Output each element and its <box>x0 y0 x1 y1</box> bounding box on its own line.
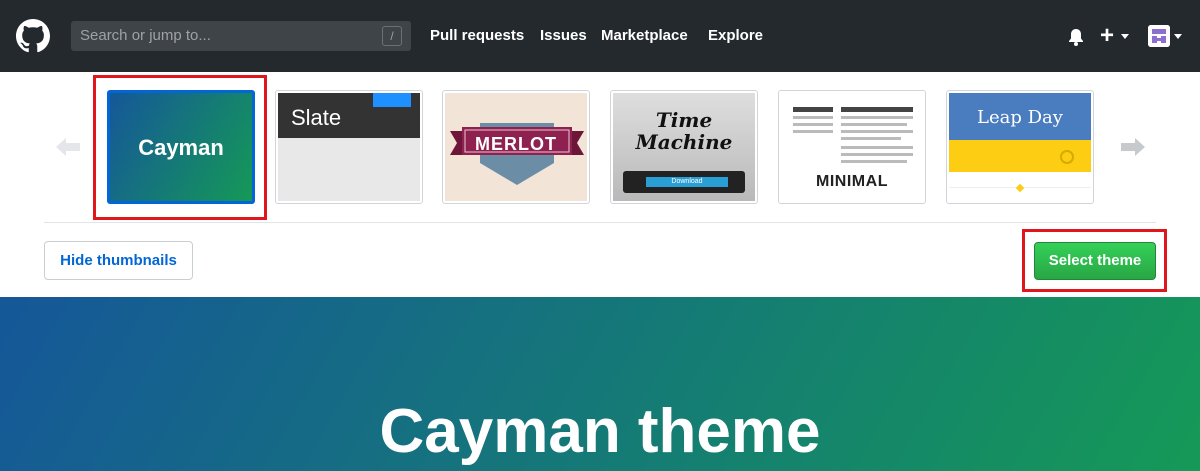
theme-label: Leap Day <box>977 107 1063 128</box>
search-input[interactable]: Search or jump to... / <box>71 21 411 51</box>
theme-label: MERLOT <box>475 134 557 154</box>
highlight-cayman <box>93 75 267 220</box>
arrow-left-icon[interactable] <box>56 138 80 156</box>
github-logo-icon[interactable] <box>16 19 50 53</box>
plus-icon[interactable]: + <box>1100 24 1114 48</box>
theme-thumb-leap-day[interactable]: Leap Day <box>946 90 1094 204</box>
hide-thumbnails-button[interactable]: Hide thumbnails <box>44 241 193 280</box>
theme-label: MINIMAL <box>816 173 888 190</box>
nav-pull-requests[interactable]: Pull requests <box>430 27 524 44</box>
theme-thumb-minimal[interactable]: MINIMAL <box>778 90 926 204</box>
diamond-icon <box>1015 183 1025 193</box>
theme-thumb-slate[interactable]: Slate <box>275 90 423 204</box>
nav-explore[interactable]: Explore <box>708 27 763 44</box>
bell-icon[interactable] <box>1066 27 1086 47</box>
slash-shortcut-badge: / <box>382 26 402 46</box>
page-title: Cayman theme <box>379 397 821 466</box>
search-placeholder: Search or jump to... <box>80 27 211 44</box>
avatar[interactable] <box>1148 25 1170 47</box>
arrow-right-icon[interactable] <box>1121 138 1145 156</box>
top-navbar: Search or jump to... / Pull requests Iss… <box>0 0 1200 72</box>
github-octocat-icon <box>1060 150 1074 164</box>
chevron-down-icon[interactable] <box>1121 34 1129 39</box>
download-label: Download <box>646 177 728 187</box>
theme-preview-hero: Cayman theme <box>0 297 1200 471</box>
theme-thumb-time-machine[interactable]: Time Machine Download <box>610 90 758 204</box>
nav-issues[interactable]: Issues <box>540 27 587 44</box>
chevron-down-icon[interactable] <box>1174 34 1182 39</box>
select-theme-button[interactable]: Select theme <box>1034 242 1156 280</box>
theme-label: Time Machine <box>635 108 733 154</box>
theme-thumb-merlot[interactable]: MERLOT <box>442 90 590 204</box>
divider <box>44 222 1156 223</box>
nav-marketplace[interactable]: Marketplace <box>601 27 688 44</box>
theme-label: Slate <box>291 105 342 130</box>
